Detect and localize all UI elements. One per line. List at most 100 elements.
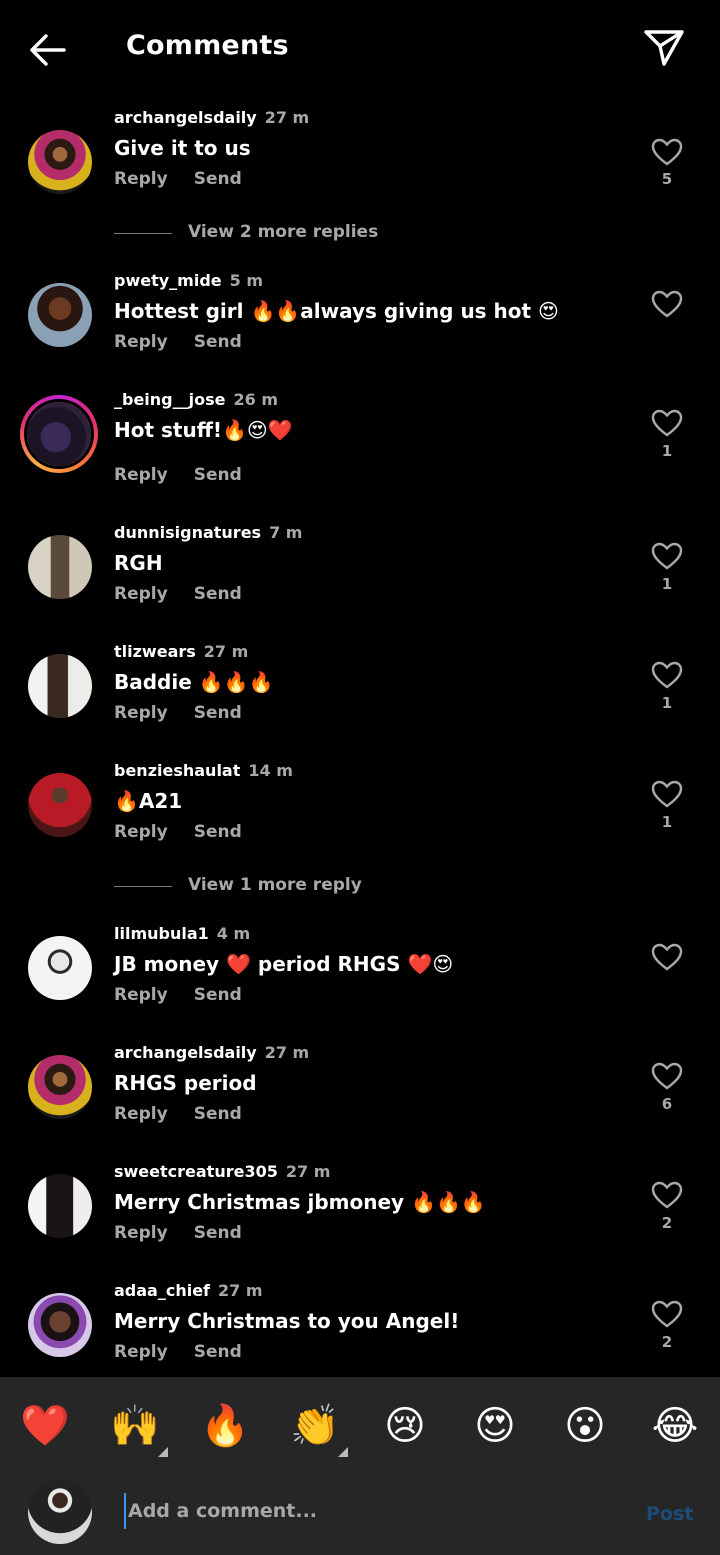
emoji-raised-hands-glyph: 🙌	[110, 1403, 160, 1449]
emoji-crying-face[interactable]: 😢	[378, 1399, 432, 1453]
send-button[interactable]: Send	[194, 169, 242, 189]
send-button[interactable]: Send	[194, 1223, 242, 1243]
reply-button[interactable]: Reply	[114, 985, 168, 1005]
comment-item: adaa_chief 27 m Merry Christmas to you An…	[0, 1281, 720, 1381]
heart-icon[interactable]	[650, 541, 684, 571]
comment-text: Hot stuff!🔥😍❤️	[114, 418, 293, 442]
heart-icon[interactable]	[650, 660, 684, 690]
share-button[interactable]	[640, 26, 688, 70]
view-more-label: View 2 more replies	[188, 222, 379, 242]
avatar[interactable]	[28, 936, 92, 1000]
reply-button[interactable]: Reply	[114, 822, 168, 842]
reply-button[interactable]: Reply	[114, 332, 168, 352]
view-more-replies[interactable]: View 1 more reply	[114, 875, 614, 899]
view-more-label: View 1 more reply	[188, 875, 362, 895]
comment-text: JB money ❤️ period RHGS ❤️😍	[114, 952, 454, 976]
heart-icon[interactable]	[650, 1299, 684, 1329]
avatar-story-ring[interactable]	[20, 395, 98, 473]
reply-button[interactable]: Reply	[114, 1342, 168, 1362]
username[interactable]: adaa_chief	[114, 1281, 210, 1300]
like-count: 1	[661, 575, 673, 593]
comment-item: _being__jose 26 m Hot stuff!🔥😍❤️ Reply Sen…	[0, 390, 720, 490]
emoji-tears-of-joy[interactable]: 😂	[648, 1399, 702, 1453]
heart-icon[interactable]	[650, 137, 684, 167]
send-button[interactable]: Send	[194, 985, 242, 1005]
comment-composer: ❤️ 🙌 🔥 👏 😢 😍 😮 😂 Post	[0, 1377, 720, 1555]
send-button[interactable]: Send	[194, 1104, 242, 1124]
reply-button[interactable]: Reply	[114, 169, 168, 189]
send-button[interactable]: Send	[194, 703, 242, 723]
avatar[interactable]	[28, 773, 92, 837]
avatar[interactable]	[28, 283, 92, 347]
username[interactable]: lilmubula1	[114, 924, 209, 943]
avatar[interactable]	[28, 130, 92, 194]
skin-tone-indicator	[158, 1447, 168, 1457]
emoji-red-heart[interactable]: ❤️	[18, 1399, 72, 1453]
emoji-heart-eyes[interactable]: 😍	[468, 1399, 522, 1453]
comment-item: archangelsdaily 27 m RHGS period Reply Sen…	[0, 1043, 720, 1143]
like-count: 1	[661, 694, 673, 712]
comment-text: Merry Christmas jbmoney 🔥🔥🔥	[114, 1190, 486, 1214]
comment-text: 🔥A21	[114, 789, 183, 813]
timestamp: 27 m	[264, 1043, 310, 1062]
divider	[114, 886, 172, 887]
timestamp: 4 m	[216, 924, 251, 943]
comment-text: Give it to us	[114, 136, 251, 160]
heart-icon[interactable]	[650, 289, 684, 319]
send-button[interactable]: Send	[194, 1342, 242, 1362]
reply-button[interactable]: Reply	[114, 465, 168, 485]
timestamp: 14 m	[248, 761, 293, 780]
emoji-fire[interactable]: 🔥	[198, 1399, 252, 1453]
heart-icon[interactable]	[650, 779, 684, 809]
page-title: Comments	[126, 30, 289, 61]
comment-text: Baddie 🔥🔥🔥	[114, 670, 274, 694]
reply-button[interactable]: Reply	[114, 703, 168, 723]
avatar[interactable]	[28, 1174, 92, 1238]
username[interactable]: dunnisignatures	[114, 523, 261, 542]
heart-icon[interactable]	[650, 1180, 684, 1210]
timestamp: 27 m	[203, 642, 249, 661]
post-button[interactable]: Post	[646, 1503, 693, 1525]
send-button[interactable]: Send	[194, 465, 242, 485]
username[interactable]: tlizwears	[114, 642, 196, 661]
heart-icon[interactable]	[650, 1061, 684, 1091]
timestamp: 27 m	[264, 108, 310, 127]
username[interactable]: sweetcreature305	[114, 1162, 278, 1181]
send-button[interactable]: Send	[194, 332, 242, 352]
comment-item: archangelsdaily 27 m Give it to us Reply S…	[0, 108, 720, 208]
emoji-raised-hands[interactable]: 🙌	[108, 1399, 168, 1457]
comment-item: lilmubula1 4 m JB money ❤️ period RHGS ❤️…	[0, 924, 720, 1024]
heart-icon[interactable]	[650, 942, 684, 972]
comment-item: tlizwears 27 m Baddie 🔥🔥🔥 Reply Send 1	[0, 642, 720, 742]
username[interactable]: archangelsdaily	[114, 1043, 257, 1062]
emoji-clapping-hands[interactable]: 👏	[288, 1399, 348, 1457]
timestamp: 7 m	[269, 523, 303, 542]
reply-button[interactable]: Reply	[114, 1104, 168, 1124]
comment-item: dunnisignatures 7 m RGH Reply Send 1	[0, 523, 720, 623]
comment-text: Hottest girl 🔥🔥always giving us hot 😍	[114, 299, 559, 323]
avatar[interactable]	[28, 1293, 92, 1357]
like-count: 6	[661, 1095, 673, 1113]
avatar[interactable]	[28, 654, 92, 718]
heart-icon[interactable]	[650, 408, 684, 438]
username[interactable]: archangelsdaily	[114, 108, 257, 127]
like-count: 2	[661, 1214, 673, 1232]
send-button[interactable]: Send	[194, 584, 242, 604]
username[interactable]: pwety_mide	[114, 271, 222, 290]
avatar[interactable]	[28, 535, 92, 599]
comment-item: sweetcreature305 27 m Merry Christmas jbm…	[0, 1162, 720, 1262]
reply-button[interactable]: Reply	[114, 1223, 168, 1243]
send-button[interactable]: Send	[194, 822, 242, 842]
comment-input[interactable]	[124, 1493, 624, 1529]
timestamp: 27 m	[285, 1162, 331, 1181]
username[interactable]: _being__jose	[114, 390, 225, 409]
timestamp: 27 m	[218, 1281, 263, 1300]
emoji-surprised-face[interactable]: 😮	[558, 1399, 612, 1453]
back-button[interactable]	[24, 28, 74, 72]
header: Comments	[0, 0, 720, 98]
reply-button[interactable]: Reply	[114, 584, 168, 604]
timestamp: 26 m	[233, 390, 278, 409]
avatar[interactable]	[28, 1055, 92, 1119]
view-more-replies[interactable]: View 2 more replies	[114, 222, 614, 246]
username[interactable]: benzieshaulat	[114, 761, 240, 780]
